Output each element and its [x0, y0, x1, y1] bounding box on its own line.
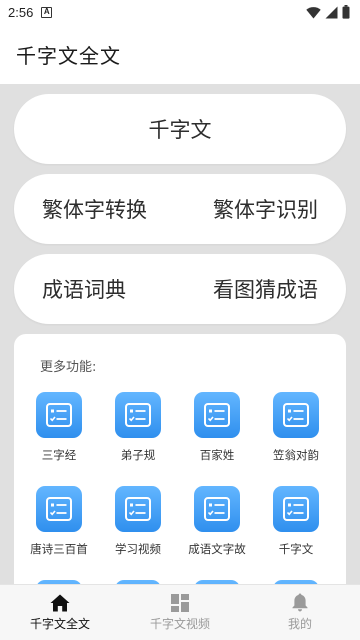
bottom-nav: 千字文全文 千字文视频 我的 [0, 584, 360, 640]
page-title: 千字文全文 [16, 43, 121, 68]
feature-study-video[interactable]: 学习视频 [98, 486, 178, 557]
notification-a-icon: A [41, 6, 53, 18]
checklist-icon [115, 486, 161, 532]
feature-tangshi[interactable]: 唐诗三百首 [19, 486, 99, 557]
signal-icon [325, 6, 338, 18]
traditional-recognize-button[interactable]: 繁体字识别 [213, 194, 318, 224]
traditional-convert-button[interactable]: 繁体字转换 [42, 194, 147, 224]
home-icon [50, 594, 70, 611]
traditional-chars-row: 繁体字转换 繁体字识别 [14, 174, 346, 244]
feature-idiom-story[interactable]: 成语文字故 [177, 486, 257, 557]
feature-sanzijing[interactable]: 三字经 [19, 392, 99, 463]
checklist-icon [194, 392, 240, 438]
feature-qianziwen[interactable]: 千字文 [256, 486, 336, 557]
nav-label: 千字文全文 [29, 616, 90, 631]
checklist-icon [36, 486, 82, 532]
feature-liwengduiyun[interactable]: 笠翁对韵 [256, 392, 336, 463]
battery-icon [342, 5, 350, 19]
checklist-icon [194, 486, 240, 532]
more-features-card: 更多功能: 三字经 弟子规 百家姓 笠翁对韵 唐诗三百首 学习视频 成语文字故 … [14, 334, 346, 584]
feature-label: 笠翁对韵 [273, 448, 319, 462]
idiom-dictionary-button[interactable]: 成语词典 [42, 274, 126, 304]
feature-label: 千字文 [278, 542, 314, 556]
guess-idiom-button[interactable]: 看图猜成语 [213, 274, 318, 304]
status-bar: 2:56 A [0, 0, 360, 24]
grid-icon [171, 593, 189, 612]
qianziwen-button-label: 千字文 [148, 118, 212, 142]
feature-label: 唐诗三百首 [30, 542, 88, 556]
nav-item-full-text[interactable]: 千字文全文 [0, 585, 120, 640]
nav-item-mine[interactable]: 我的 [240, 585, 360, 640]
more-features-label: 更多功能: [40, 360, 97, 375]
app-bar: 千字文全文 [0, 24, 360, 84]
qianziwen-button[interactable]: 千字文 [14, 94, 346, 164]
nav-item-video[interactable]: 千字文视频 [120, 585, 240, 640]
feature-label: 三字经 [41, 448, 77, 462]
feature-label: 成语文字故 [188, 542, 246, 556]
feature-label: 弟子规 [120, 448, 156, 462]
nav-label: 我的 [287, 617, 312, 631]
idiom-row: 成语词典 看图猜成语 [14, 254, 346, 324]
feature-baijiaxing[interactable]: 百家姓 [177, 392, 257, 463]
checklist-icon [115, 392, 161, 438]
nav-label: 千字文视频 [149, 616, 210, 631]
checklist-icon [36, 392, 82, 438]
bell-icon [292, 593, 308, 612]
status-time: 2:56 [8, 4, 34, 20]
main-content[interactable]: 千字文 繁体字转换 繁体字识别 成语词典 看图猜成语 更多功能: 三字经 弟子规 [0, 84, 360, 584]
checklist-icon [273, 486, 319, 532]
feature-label: 百家姓 [199, 448, 235, 462]
wifi-icon [306, 6, 321, 18]
checklist-icon [273, 392, 319, 438]
status-indicators [306, 5, 350, 19]
feature-label: 学习视频 [115, 542, 161, 556]
feature-dizigui[interactable]: 弟子规 [98, 392, 178, 463]
